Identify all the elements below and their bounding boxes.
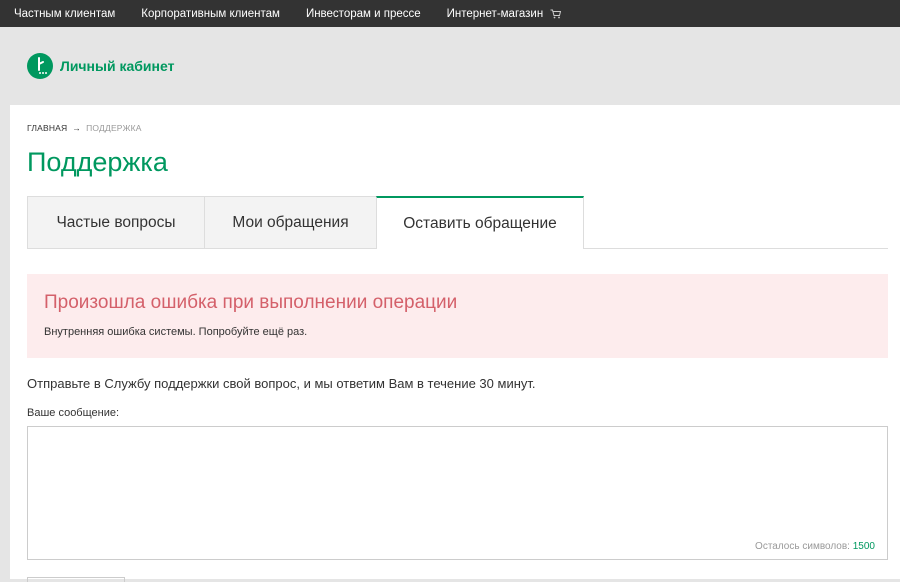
nav-link-shop[interactable]: Интернет-магазин: [447, 8, 562, 20]
breadcrumb-separator: →: [72, 123, 82, 133]
nav-link-shop-label: Интернет-магазин: [446, 7, 544, 20]
top-navigation: Частным клиентам Корпоративным клиентам …: [0, 0, 900, 27]
error-alert-text: Внутренняя ошибка системы. Попробуйте ещ…: [44, 326, 308, 338]
site-header: Личный кабинет: [0, 27, 900, 105]
tab-new-request[interactable]: Оставить обращение: [376, 196, 584, 249]
breadcrumb: ГЛАВНАЯ → ПОДДЕРЖКА: [27, 123, 142, 133]
main-content: ГЛАВНАЯ → ПОДДЕРЖКА Поддержка Частые воп…: [10, 105, 900, 582]
nav-link-private[interactable]: Частным клиентам: [14, 8, 115, 20]
page-title: Поддержка: [27, 147, 168, 177]
cart-icon: [550, 9, 562, 18]
logo-icon: [27, 53, 53, 79]
logo-text: Личный кабинет: [60, 58, 175, 74]
nav-link-corporate[interactable]: Корпоративным клиентам: [141, 8, 280, 20]
message-field[interactable]: Осталось символов: 1500: [27, 426, 888, 560]
error-alert: Произошла ошибка при выполнении операции…: [27, 274, 888, 358]
tab-faq[interactable]: Частые вопросы: [27, 196, 205, 248]
logo[interactable]: Личный кабинет: [27, 53, 174, 79]
form-intro-text: Отправьте в Службу поддержки свой вопрос…: [27, 376, 536, 391]
nav-link-investors[interactable]: Инвесторам и прессе: [306, 8, 421, 20]
char-counter-label: Осталось символов:: [755, 541, 850, 552]
char-counter: Осталось символов: 1500: [755, 541, 875, 552]
breadcrumb-current: ПОДДЕРЖКА: [86, 123, 142, 133]
tab-my-requests[interactable]: Мои обращения: [204, 196, 377, 248]
submit-button[interactable]: [27, 577, 125, 582]
breadcrumb-home[interactable]: ГЛАВНАЯ: [27, 123, 67, 133]
char-counter-value: 1500: [852, 541, 875, 552]
message-label: Ваше сообщение:: [27, 407, 120, 419]
tab-bar: Частые вопросы Мои обращения Оставить об…: [27, 196, 888, 249]
error-alert-title: Произошла ошибка при выполнении операции: [44, 292, 458, 313]
message-textarea[interactable]: [28, 427, 887, 559]
